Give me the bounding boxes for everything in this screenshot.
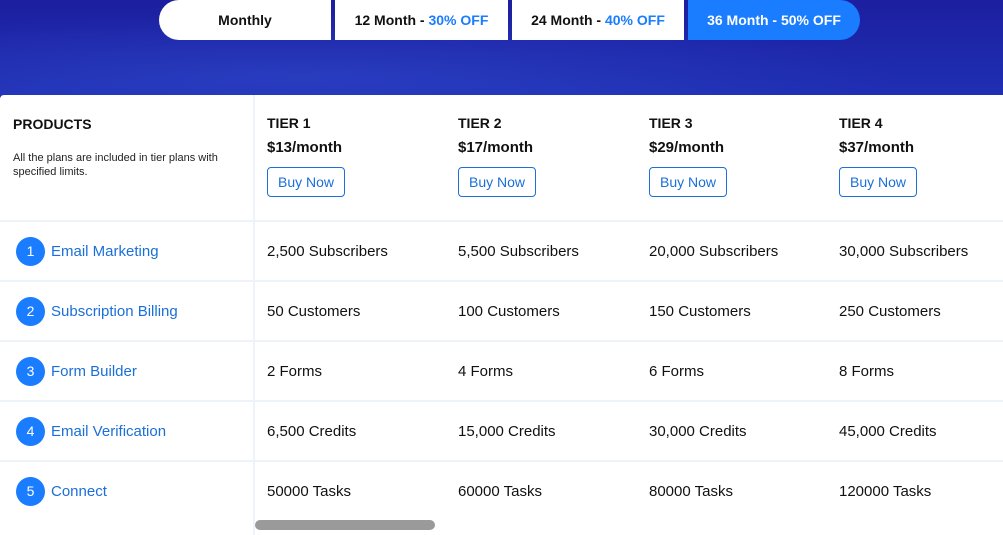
table-header-row: PRODUCTS All the plans are included in t… [0, 95, 1003, 222]
tier-name: TIER 2 [458, 115, 502, 131]
feature-label: Email Marketing [51, 242, 159, 260]
buy-now-button[interactable]: Buy Now [267, 167, 345, 197]
table-cell: 20,000 Subscribers [649, 242, 779, 260]
feature-number-badge: 4 [16, 416, 45, 446]
tier-price: $17/month [458, 139, 534, 156]
feature-row-email-marketing: 1 Email Marketing 2,500 Subscribers 5,50… [0, 222, 1003, 282]
tier-2-header: TIER 2 $17/month Buy Now [458, 115, 536, 197]
table-cell: 80000 Tasks [649, 482, 733, 500]
table-cell: 50000 Tasks [267, 482, 351, 500]
feature-label: Subscription Billing [51, 302, 178, 320]
table-cell: 6 Forms [649, 362, 705, 380]
table-cell: 30,000 Credits [649, 422, 747, 440]
feature-label: Email Verification [51, 422, 167, 440]
tier-3-header: TIER 3 $29/month Buy Now [649, 115, 727, 197]
table-cell: 60000 Tasks [458, 482, 542, 500]
pricing-table: PRODUCTS All the plans are included in t… [0, 95, 1003, 535]
feature-number-badge: 1 [16, 236, 45, 266]
toggle-label: 12 Month - [354, 12, 425, 28]
feature-link[interactable]: 3 Form Builder [16, 342, 137, 400]
discount-label: 30% OFF [428, 12, 489, 28]
horizontal-scrollbar-thumb[interactable] [255, 520, 435, 530]
table-cell: 4 Forms [458, 362, 514, 380]
feature-number-badge: 3 [16, 356, 45, 386]
table-cell: 2 Forms [267, 362, 323, 380]
feature-label: Form Builder [51, 362, 137, 380]
table-cell: 6,500 Credits [267, 422, 357, 440]
table-cell: 5,500 Subscribers [458, 242, 579, 260]
feature-link[interactable]: 2 Subscription Billing [16, 282, 178, 340]
table-cell: 30,000 Subscribers [839, 242, 969, 260]
feature-link[interactable]: 5 Connect [16, 462, 107, 520]
tier-1-header: TIER 1 $13/month Buy Now [267, 115, 345, 197]
feature-row-form-builder: 3 Form Builder 2 Forms 4 Forms 6 Forms 8… [0, 342, 1003, 402]
buy-now-button[interactable]: Buy Now [839, 167, 917, 197]
tier-name: TIER 1 [267, 115, 311, 131]
tier-price: $37/month [839, 139, 915, 156]
products-description: All the plans are included in tier plans… [13, 152, 218, 178]
table-cell: 2,500 Subscribers [267, 242, 388, 260]
tier-price: $29/month [649, 139, 725, 156]
buy-now-button[interactable]: Buy Now [649, 167, 727, 197]
table-cell: 50 Customers [267, 302, 361, 320]
toggle-label: 36 Month - 50% OFF [707, 12, 841, 28]
feature-number-badge: 5 [16, 476, 45, 506]
feature-number-badge: 2 [16, 296, 45, 326]
table-cell: 120000 Tasks [839, 482, 932, 500]
toggle-monthly[interactable]: Monthly [159, 0, 331, 40]
feature-label: Connect [51, 482, 107, 500]
table-cell: 100 Customers [458, 302, 560, 320]
discount-label: 40% OFF [604, 12, 665, 28]
tier-name: TIER 4 [839, 115, 883, 131]
feature-row-email-verification: 4 Email Verification 6,500 Credits 15,00… [0, 402, 1003, 462]
toggle-24-month[interactable]: 24 Month - 40% OFF [512, 0, 684, 40]
tier-price: $13/month [267, 139, 343, 156]
feature-link[interactable]: 1 Email Marketing [16, 222, 159, 280]
feature-link[interactable]: 4 Email Verification [16, 402, 166, 460]
tier-4-header: TIER 4 $37/month Buy Now [839, 115, 917, 197]
billing-period-toggle: Monthly 12 Month - 30% OFF 24 Month - 40… [159, 0, 860, 40]
table-cell: 45,000 Credits [839, 422, 937, 440]
toggle-12-month[interactable]: 12 Month - 30% OFF [335, 0, 508, 40]
toggle-label: 24 Month - [531, 12, 602, 28]
feature-row-subscription-billing: 2 Subscription Billing 50 Customers 100 … [0, 282, 1003, 342]
tier-name: TIER 3 [649, 115, 693, 131]
table-cell: 250 Customers [839, 302, 941, 320]
table-cell: 15,000 Credits [458, 422, 556, 440]
table-cell: 150 Customers [649, 302, 751, 320]
buy-now-button[interactable]: Buy Now [458, 167, 536, 197]
toggle-label: Monthly [218, 12, 272, 28]
feature-row-connect: 5 Connect 50000 Tasks 60000 Tasks 80000 … [0, 462, 1003, 520]
table-cell: 8 Forms [839, 362, 895, 380]
toggle-36-month[interactable]: 36 Month - 50% OFF [688, 0, 860, 40]
products-heading: PRODUCTS [13, 116, 92, 132]
